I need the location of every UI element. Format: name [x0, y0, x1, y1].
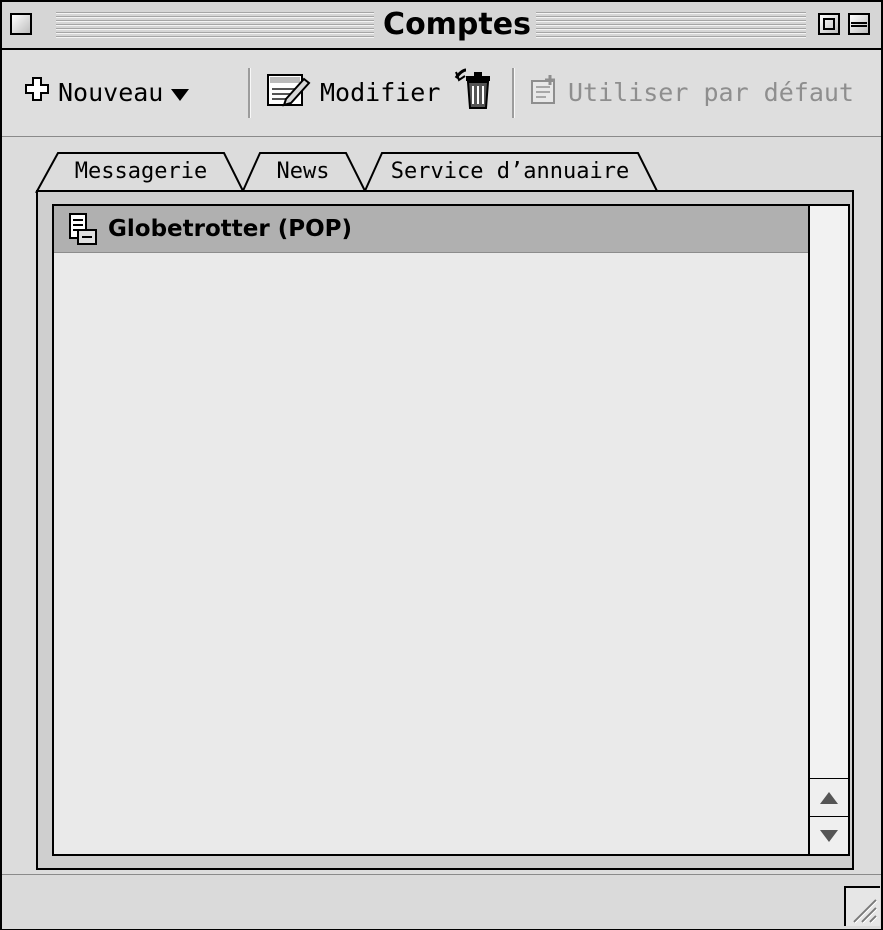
tab-messagerie-label: Messagerie: [74, 158, 208, 184]
collapse-box[interactable]: [848, 13, 870, 35]
scroll-down-arrow-icon[interactable]: [810, 816, 848, 854]
scroll-up-arrow-icon[interactable]: [810, 778, 848, 816]
list-item[interactable]: Globetrotter (POP): [54, 206, 808, 253]
title-stripes-right: [536, 12, 806, 38]
resize-grip-icon[interactable]: [844, 886, 880, 926]
set-default-label: Utiliser par défaut: [568, 77, 854, 107]
set-default-button[interactable]: Utiliser par défaut: [530, 72, 854, 112]
vertical-scrollbar[interactable]: [810, 204, 850, 856]
new-button[interactable]: Nouveau: [24, 72, 190, 112]
zoom-box[interactable]: [818, 13, 840, 35]
plus-icon: [24, 76, 50, 108]
accounts-window: Comptes Nouveau Modifier Utiliser par dé…: [0, 0, 883, 930]
toolbar-separator: [512, 68, 515, 118]
new-button-label: Nouveau: [58, 77, 164, 107]
dropdown-arrow-icon: [171, 78, 190, 107]
status-bar: [2, 874, 881, 929]
pop-server-icon: [68, 212, 98, 246]
tab-news[interactable]: News: [260, 151, 346, 191]
tab-news-label: News: [276, 158, 330, 184]
accounts-list[interactable]: Globetrotter (POP): [52, 204, 810, 856]
close-box[interactable]: [10, 13, 32, 35]
tab-directory-service[interactable]: Service d’annuaire: [382, 151, 638, 191]
edit-document-icon: [266, 69, 312, 115]
title-bar[interactable]: Comptes: [2, 2, 881, 50]
trash-icon: [454, 68, 494, 116]
title-stripes-left: [56, 12, 374, 38]
tab-bar: Messagerie News Service d’annuaire: [2, 137, 881, 193]
toolbar-separator: [248, 68, 251, 118]
tab-messagerie[interactable]: Messagerie: [58, 151, 224, 191]
window-title: Comptes: [383, 7, 531, 42]
toolbar: Nouveau Modifier Utiliser par défaut: [2, 50, 881, 137]
edit-button-label: Modifier: [320, 77, 441, 107]
account-name: Globetrotter (POP): [108, 216, 352, 242]
edit-button[interactable]: Modifier: [266, 72, 440, 112]
set-default-icon: [530, 73, 560, 111]
delete-button[interactable]: [454, 68, 494, 112]
tab-directory-service-label: Service d’annuaire: [390, 158, 630, 184]
